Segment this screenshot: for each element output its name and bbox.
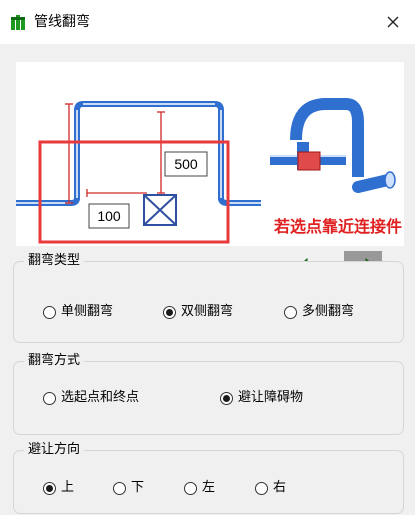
radio-label: 单侧翻弯 [61, 304, 114, 319]
title-bar: 管线翻弯 [0, 0, 415, 44]
bend-type-title: 翻弯类型 [24, 253, 85, 269]
close-icon[interactable] [381, 10, 405, 34]
radio-direction-left[interactable]: 左 [184, 479, 215, 497]
avoid-direction-group: 避让方向 上 下 左 右 [13, 442, 404, 514]
radio-circle[interactable] [184, 481, 197, 495]
radio-multi-side[interactable]: 多侧翻弯 [284, 303, 354, 321]
dim-vertical-label: 500 [174, 156, 198, 172]
radio-label: 多侧翻弯 [302, 304, 355, 319]
radio-label: 选起点和终点 [61, 390, 140, 405]
radio-select-start-end[interactable]: 选起点和终点 [43, 389, 139, 407]
radio-double-side[interactable]: 双侧翻弯 [163, 303, 233, 321]
radio-circle[interactable] [43, 391, 56, 405]
app-icon [11, 15, 25, 30]
radio-circle[interactable] [163, 305, 176, 319]
radio-direction-right[interactable]: 右 [255, 479, 286, 497]
window-title: 管线翻弯 [34, 14, 90, 30]
bend-method-title: 翻弯方式 [24, 353, 85, 369]
radio-circle[interactable] [113, 481, 126, 495]
hint-label: 若选点靠近连接件 [273, 217, 402, 236]
radio-label: 避让障碍物 [238, 390, 304, 405]
radio-circle[interactable] [43, 305, 56, 319]
avoid-direction-title: 避让方向 [24, 442, 85, 458]
preview-diagram: 500 100 若选点靠近连接件 [16, 62, 404, 246]
radio-circle[interactable] [284, 305, 297, 319]
radio-avoid-obstacle[interactable]: 避让障碍物 [220, 389, 303, 407]
radio-single-side[interactable]: 单侧翻弯 [43, 303, 113, 321]
radio-direction-up[interactable]: 上 [43, 479, 74, 497]
bend-type-group: 翻弯类型 单侧翻弯 双侧翻弯 多侧翻弯 [13, 253, 404, 343]
radio-label: 左 [202, 480, 216, 495]
radio-label: 下 [131, 480, 145, 495]
radio-circle[interactable] [220, 391, 233, 405]
radio-circle[interactable] [43, 481, 56, 495]
radio-label: 双侧翻弯 [181, 304, 234, 319]
radio-label: 右 [273, 480, 287, 495]
radio-circle[interactable] [255, 481, 268, 495]
pipe-2d-icon [16, 101, 261, 206]
radio-label: 上 [61, 480, 75, 495]
pipe-3d-icon [270, 98, 396, 193]
obstacle-box [143, 194, 177, 226]
dim-horizontal-label: 100 [97, 208, 121, 224]
radio-direction-down[interactable]: 下 [113, 479, 144, 497]
bend-method-group: 翻弯方式 选起点和终点 避让障碍物 [13, 353, 404, 435]
